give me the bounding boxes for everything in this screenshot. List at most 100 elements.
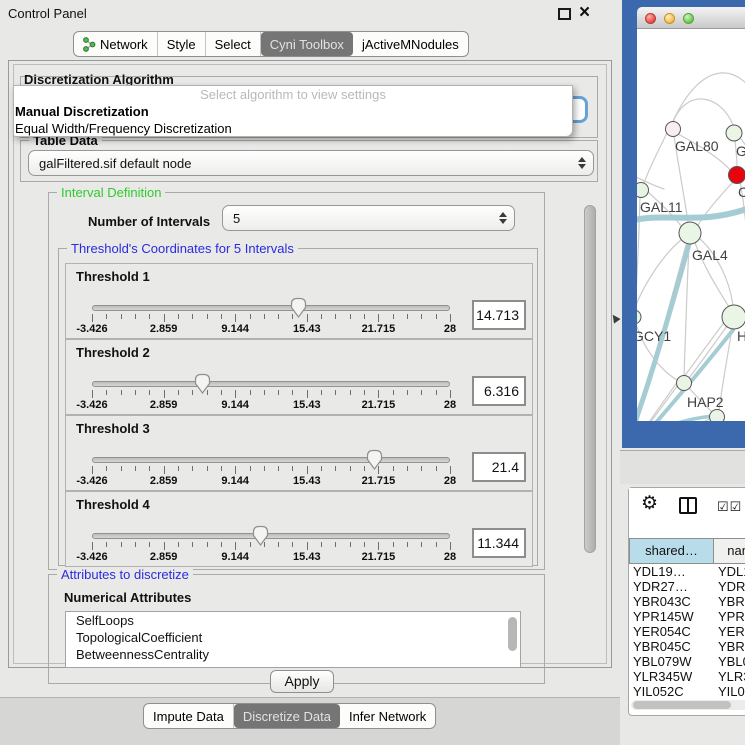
tab-infer-network[interactable]: Infer Network [340,704,435,728]
tab-impute-data[interactable]: Impute Data [144,704,234,728]
network-node[interactable] [710,410,725,422]
network-node[interactable] [726,125,742,141]
table-cell[interactable]: YDR27… [629,579,714,594]
table-data-combobox[interactable]: galFiltered.sif default node [28,150,594,176]
tick-mark [321,314,322,319]
table-cell[interactable]: YDL19… [714,564,745,579]
slider-track[interactable] [92,533,450,539]
tick-mark [450,466,451,474]
gear-icon[interactable]: ⚙ [641,492,658,515]
threshold-value[interactable]: 21.4 [472,452,526,482]
table-cell[interactable]: YDL19… [629,564,714,579]
threshold-slider[interactable] [92,457,450,465]
node-label: GA [736,143,745,159]
table-cell[interactable]: YPR145W [714,609,745,624]
table-cell[interactable]: YPR145W [629,609,714,624]
threshold-slider[interactable] [92,305,450,313]
checked-checkbox-icons[interactable]: ☑☑ [717,499,742,515]
table-row[interactable]: YPR145WYPR145W [629,609,745,624]
tick-mark [393,466,394,471]
table-row[interactable]: YBR043CYBR043C [629,594,745,609]
threshold-value[interactable]: 14.713 [472,300,526,330]
scrollbar-thumb[interactable] [633,701,731,709]
tab-label: Network [100,37,148,52]
tick-label: 9.144 [221,551,249,563]
table-row[interactable]: YDL19…YDL19… [629,564,745,579]
network-edge [673,73,745,121]
zoom-traffic-light-icon[interactable] [683,13,694,24]
float-window-icon[interactable] [558,8,571,20]
control-panel-titlebar: Control Panel × [0,0,620,28]
table-cell[interactable]: YDR27… [714,579,745,594]
column-header-name[interactable]: name [714,538,745,564]
attribute-item[interactable]: SelfLoops [66,612,520,629]
panel-scrollbar[interactable] [584,205,596,553]
dropdown-item-equal-width[interactable]: Equal Width/Frequency Discretization [14,120,572,137]
tick-mark [135,466,136,471]
network-icon [83,37,96,52]
network-node[interactable] [677,376,692,391]
tick-mark [421,314,422,319]
tick-mark [178,314,179,319]
table-cell[interactable]: YLR345W [629,669,714,684]
network-node[interactable] [729,167,745,184]
split-columns-icon[interactable] [679,497,697,514]
close-traffic-light-icon[interactable] [645,13,656,24]
dropdown-item-manual[interactable]: Manual Discretization [14,103,572,120]
tab-style[interactable]: Style [158,32,206,56]
attribute-item[interactable]: TopologicalCoefficient [66,629,520,646]
table-cell[interactable]: YER054C [629,624,714,639]
attribute-item[interactable]: BetweennessCentrality [66,646,520,663]
network-node[interactable] [666,122,681,137]
tab-jactivemnodules[interactable]: jActiveMNodules [353,32,468,56]
table-cell[interactable]: YBR043C [714,594,745,609]
slider-track[interactable] [92,457,450,463]
slider-track[interactable] [92,381,450,387]
list-scrollbar[interactable] [508,617,517,651]
threshold-value[interactable]: 11.344 [472,528,526,558]
slider-tick-labels: -3.4262.8599.14415.4321.71528 [92,399,450,412]
minimize-traffic-light-icon[interactable] [664,13,675,24]
table-row[interactable]: YLR345WYLR345W [629,669,745,684]
numerical-attributes-list[interactable]: SelfLoopsTopologicalCoefficientBetweenne… [65,611,521,668]
tab-select[interactable]: Select [206,32,261,56]
network-node[interactable] [679,222,701,244]
table-row[interactable]: YBR045CYBR045C [629,639,745,654]
table-row[interactable]: YER054CYER054C [629,624,745,639]
tab-discretize-data[interactable]: Discretize Data [234,704,340,728]
tick-mark [92,466,93,474]
table-cell[interactable]: YBR043C [629,594,714,609]
table-cell[interactable]: YBR045C [714,639,745,654]
table-horizontal-scrollbar[interactable] [631,700,745,710]
threshold-slider[interactable] [92,381,450,389]
tick-mark [335,466,336,471]
tick-mark [235,314,236,322]
table-row[interactable]: YDR27…YDR27… [629,579,745,594]
node-label: C [738,184,745,200]
table-row[interactable]: YBL079WYBL079W [629,654,745,669]
slider-track[interactable] [92,305,450,311]
tab-network[interactable]: Network [74,32,158,56]
table-cell[interactable]: YBL079W [714,654,745,669]
tick-mark [178,542,179,547]
num-intervals-combobox[interactable]: 5 [222,205,515,231]
table-cell[interactable]: YIL052C [714,684,745,699]
column-header-shared-name[interactable]: shared… [629,538,714,564]
network-node[interactable] [637,183,649,198]
tick-mark [207,466,208,471]
table-cell[interactable]: YBL079W [629,654,714,669]
table-row[interactable]: YIL052CYIL052C [629,684,745,699]
network-node[interactable] [637,310,641,324]
threshold-slider[interactable] [92,533,450,541]
apply-button[interactable]: Apply [270,670,334,693]
table-cell[interactable]: YLR345W [714,669,745,684]
network-canvas[interactable]: GAL80GAGAL11CGAL4GCY1HHAP2 [637,29,745,421]
cyni-mode-tabs: Impute Data Discretize Data Infer Networ… [143,703,436,729]
tab-cyni-toolbox[interactable]: Cyni Toolbox [261,32,353,56]
table-cell[interactable]: YIL052C [629,684,714,699]
table-cell[interactable]: YBR045C [629,639,714,654]
network-node[interactable] [722,305,745,329]
close-icon[interactable]: × [579,1,590,25]
table-cell[interactable]: YER054C [714,624,745,639]
threshold-value[interactable]: 6.316 [472,376,526,406]
